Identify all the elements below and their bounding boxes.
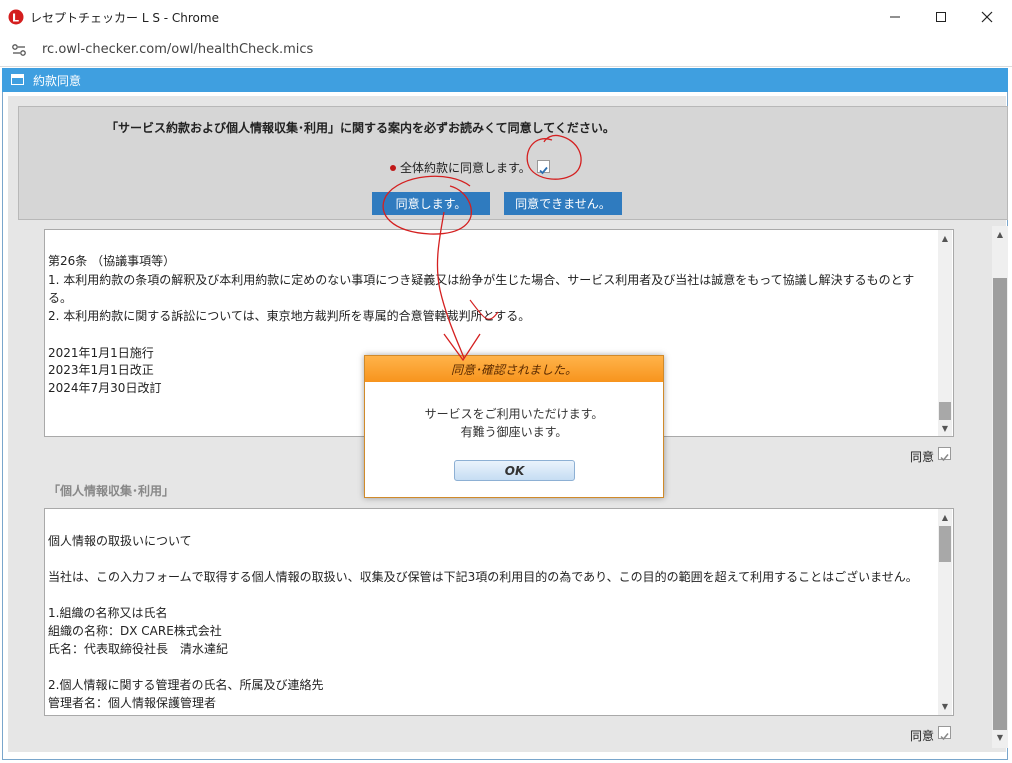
- terms-scroll-down-icon[interactable]: ▼: [938, 424, 952, 433]
- modal-title: 同意･確認されました。: [365, 356, 663, 382]
- privacy-scroll-down-icon[interactable]: ▼: [938, 702, 952, 711]
- maximize-icon: [936, 12, 946, 22]
- privacy-line: 組織の名称：DX CARE株式会社: [48, 624, 222, 638]
- privacy-scrollbar-thumb[interactable]: [939, 526, 951, 562]
- terms-agree-label: 同意: [910, 450, 935, 464]
- agree-all-checkbox[interactable]: [537, 160, 550, 175]
- check-icon: [940, 454, 949, 462]
- close-window-button[interactable]: [964, 0, 1010, 34]
- terms-line: 2021年1月1日施行: [48, 346, 154, 360]
- terms-scroll-up-icon[interactable]: ▲: [938, 234, 952, 243]
- outer-scrollbar-thumb[interactable]: [993, 278, 1007, 730]
- outer-scroll-up-icon[interactable]: ▲: [993, 230, 1007, 239]
- modal-message-line2: 有難う御座います。: [460, 425, 568, 439]
- terms-scrollbar-thumb[interactable]: [939, 402, 951, 420]
- url-text[interactable]: rc.owl-checker.com/owl/healthCheck.mics: [42, 42, 313, 57]
- check-icon: [539, 166, 548, 175]
- terms-line: 第26条 （協議事項等）: [48, 254, 176, 268]
- privacy-line: 2.個人情報に関する管理者の氏名、所属及び連絡先: [48, 678, 324, 692]
- privacy-line: 個人情報の取扱いについて: [48, 534, 192, 548]
- app-logo-icon: L: [8, 9, 24, 25]
- required-marker: [390, 165, 396, 171]
- privacy-line: 管理者名：個人情報保護管理者: [48, 696, 217, 710]
- privacy-agree-label: 同意: [910, 729, 935, 743]
- site-settings-icon[interactable]: [10, 41, 28, 59]
- window-titlebar: L レセプトチェッカー L S - Chrome: [0, 0, 1012, 34]
- close-icon: [981, 11, 993, 23]
- ok-button[interactable]: OK: [454, 460, 575, 481]
- minimize-button[interactable]: [872, 0, 918, 34]
- dialog-header: 約款同意: [2, 68, 1008, 92]
- address-bar[interactable]: rc.owl-checker.com/owl/healthCheck.mics: [0, 34, 1012, 67]
- terms-line: 2024年7月30日改訂: [48, 381, 162, 395]
- instruction-text: 「サービス約款および個人情報収集･利用」に関する案内を必ずお読みくて同意してくだ…: [106, 121, 615, 135]
- privacy-agree-checkbox[interactable]: [938, 726, 951, 741]
- privacy-scroll-up-icon[interactable]: ▲: [938, 513, 952, 522]
- dialog-title: 約款同意: [33, 74, 82, 88]
- check-icon: [940, 733, 949, 741]
- agree-button[interactable]: 同意します。: [372, 192, 490, 215]
- maximize-button[interactable]: [918, 0, 964, 34]
- privacy-line: 当社は、この入力フォームで取得する個人情報の取扱い、収集及び保管は下記3項の利用…: [48, 570, 918, 584]
- outer-scroll-down-icon[interactable]: ▼: [993, 733, 1007, 742]
- privacy-section-title: 「個人情報収集･利用」: [48, 484, 175, 498]
- privacy-line: 氏名：代表取締役社長 清水達紀: [48, 642, 229, 656]
- svg-text:L: L: [12, 12, 19, 25]
- privacy-line: 1.組織の名称又は氏名: [48, 606, 168, 620]
- window-title: レセプトチェッカー L S - Chrome: [30, 11, 219, 25]
- terms-line: 2. 本利用約款に関する訴訟については、東京地方裁判所を専属的合意管轄裁判所とす…: [48, 309, 531, 323]
- terms-line: 1. 本利用約款の条項の解釈及び本利用約款に定めのない事項につき疑義又は紛争が生…: [48, 273, 915, 287]
- terms-line: る。: [48, 291, 73, 305]
- window-icon: [11, 74, 24, 85]
- terms-line: 2023年1月1日改正: [48, 363, 154, 377]
- terms-agree-checkbox[interactable]: [938, 447, 951, 462]
- modal-message-line1: サービスをご利用いただけます。: [424, 407, 604, 421]
- agree-all-label: 全体約款に同意します。: [400, 161, 531, 175]
- disagree-button[interactable]: 同意できません。: [504, 192, 622, 215]
- confirmation-modal: 同意･確認されました。 サービスをご利用いただけます。 有難う御座います。 OK: [364, 355, 664, 498]
- minimize-icon: [890, 16, 900, 18]
